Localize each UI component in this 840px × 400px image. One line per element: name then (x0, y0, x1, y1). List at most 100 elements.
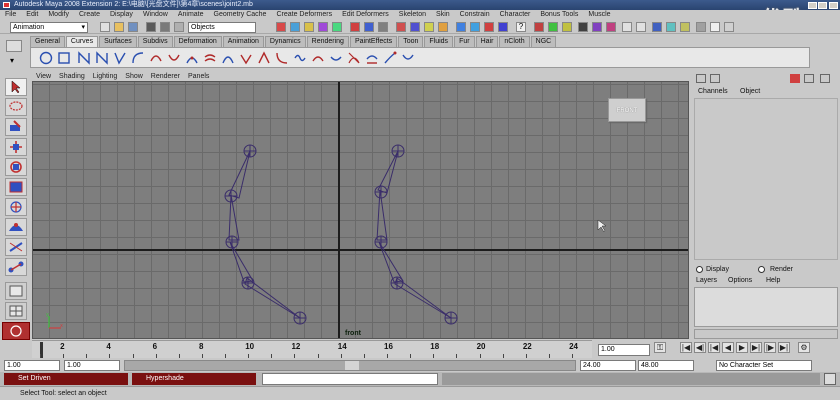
cv-curve-icon[interactable] (77, 51, 91, 65)
playback-start-field[interactable]: 1.00 (64, 360, 120, 371)
new-scene-icon[interactable] (100, 22, 110, 32)
mel-input[interactable] (262, 373, 438, 385)
attribute-editor-toggle-icon[interactable] (710, 74, 720, 83)
save-scene-icon[interactable] (128, 22, 138, 32)
revolve-icon[interactable] (329, 51, 343, 65)
shelf-tab[interactable]: Subdivs (137, 36, 173, 47)
current-frame-field[interactable]: 1.00 (598, 344, 650, 356)
menu-item[interactable]: Bonus Tools (540, 10, 578, 20)
link-icon[interactable] (578, 22, 588, 32)
menu-item[interactable]: Animate (178, 10, 204, 20)
anim-prefs-button[interactable]: ⚙ (798, 342, 810, 353)
help-icon[interactable] (456, 22, 466, 32)
menu-item[interactable]: Create Deformers (276, 10, 332, 20)
go-to-end-button[interactable]: ▶| (778, 342, 790, 353)
channel-list[interactable] (694, 98, 838, 260)
question-icon[interactable]: ? (516, 22, 526, 32)
extend-curve-icon[interactable] (203, 51, 217, 65)
constraint-icon[interactable] (592, 22, 602, 32)
menu-item[interactable]: Edit Deformers (342, 10, 389, 20)
layer-toggle-icon[interactable] (804, 74, 814, 83)
circle-curve-icon[interactable] (39, 51, 53, 65)
menu-item[interactable]: Edit (26, 10, 38, 20)
shelf-tab[interactable]: nCloth (499, 36, 530, 47)
lock-icon[interactable] (680, 22, 690, 32)
layout-single-button[interactable] (5, 282, 27, 300)
menuset-dropdown[interactable]: Animation ▾ (10, 22, 88, 33)
menu-item[interactable]: Modify (48, 10, 69, 20)
step-forward-frame-button[interactable]: |▶ (764, 342, 776, 353)
menu-item[interactable]: Create (79, 10, 100, 20)
rotate-tool[interactable] (5, 158, 27, 176)
select-hierarchy-icon[interactable] (146, 22, 156, 32)
panel-menu-item[interactable]: Show (125, 72, 143, 81)
rebuild-curve-icon[interactable] (257, 51, 271, 65)
layers-menu[interactable]: Layers (696, 277, 717, 284)
snap-point-icon[interactable] (304, 22, 314, 32)
square-curve-icon[interactable] (57, 51, 71, 65)
shelf-tab[interactable]: Surfaces (99, 36, 137, 47)
open-scene-icon[interactable] (114, 22, 124, 32)
menu-item[interactable]: Skeleton (399, 10, 426, 20)
tool-icon[interactable] (696, 22, 706, 32)
set-key-icon[interactable]: ⚿ (654, 342, 666, 353)
uv-icon[interactable] (548, 22, 558, 32)
hypershade-window-tab[interactable]: Hypershade (132, 373, 256, 385)
soft-mod-tool[interactable] (5, 218, 27, 236)
pointer-icon[interactable] (710, 22, 720, 32)
shelf-tab[interactable]: Rendering (306, 36, 349, 47)
arc-curve-icon[interactable] (131, 51, 145, 65)
object-menu[interactable]: Object (740, 88, 760, 95)
shelf-tab[interactable]: NGC (530, 36, 557, 47)
menu-item[interactable]: Character (500, 10, 531, 20)
bevel-icon[interactable] (383, 51, 397, 65)
detach-curve-icon[interactable] (167, 51, 181, 65)
play-forwards-button[interactable]: ▶ (736, 342, 748, 353)
pencil-curve-icon[interactable] (113, 51, 127, 65)
shelf-tab[interactable]: Fur (454, 36, 475, 47)
character-set-dropdown[interactable]: No Character Set (716, 360, 812, 371)
menu-item[interactable]: Display (110, 10, 133, 20)
step-back-frame-button[interactable]: ◀| (694, 342, 706, 353)
close-button[interactable] (829, 2, 838, 9)
go-to-start-button[interactable]: |◀ (680, 342, 692, 353)
selection-mask-dropdown[interactable]: Objects (188, 22, 256, 33)
script-icon[interactable] (652, 22, 662, 32)
menu-item[interactable]: Constrain (460, 10, 490, 20)
end-time-field[interactable]: 48.00 (638, 360, 694, 371)
panel-menu-item[interactable]: Lighting (93, 72, 118, 81)
menu-item[interactable]: Skin (436, 10, 450, 20)
scale-tool[interactable] (5, 178, 27, 196)
shelf-tab[interactable]: Animation (222, 36, 264, 47)
shelf-tab[interactable]: Hair (475, 36, 499, 47)
camera-icon[interactable] (622, 22, 632, 32)
select-object-icon[interactable] (160, 22, 170, 32)
channels-menu[interactable]: Channels (698, 88, 728, 95)
layer-list[interactable] (694, 287, 838, 327)
layout-icon[interactable] (666, 22, 676, 32)
shelf-menu[interactable]: ▾ (2, 36, 28, 68)
attach-curve-icon[interactable] (149, 51, 163, 65)
set-driven-window-tab[interactable]: Set Driven (4, 373, 128, 385)
render-settings-icon[interactable] (378, 22, 388, 32)
maximize-button[interactable] (818, 2, 827, 9)
start-time-field[interactable]: 1.00 (4, 360, 60, 371)
shelf-tab[interactable]: Dynamics (264, 36, 306, 47)
front-viewport[interactable]: FRONT front y x (32, 81, 689, 339)
insert-knot-icon[interactable] (185, 51, 199, 65)
step-forward-key-button[interactable]: ▶| (750, 342, 762, 353)
offset-curve-icon[interactable] (221, 51, 235, 65)
input-line-icon[interactable] (396, 22, 406, 32)
loft-icon[interactable] (311, 51, 325, 65)
menu-item[interactable]: Geometry Cache (214, 10, 267, 20)
joint-chain-right[interactable] (374, 144, 458, 325)
boundary-icon[interactable] (401, 51, 415, 65)
extrude-icon[interactable] (365, 51, 379, 65)
chevron-down-icon[interactable]: ▾ (10, 56, 18, 65)
hypershade-icon[interactable] (484, 22, 494, 32)
range-bar[interactable] (124, 360, 576, 371)
render-radio[interactable] (758, 266, 765, 273)
menu-item[interactable]: File (5, 10, 16, 20)
render-view-button[interactable] (2, 322, 30, 340)
shelf-tab[interactable]: General (30, 36, 65, 47)
